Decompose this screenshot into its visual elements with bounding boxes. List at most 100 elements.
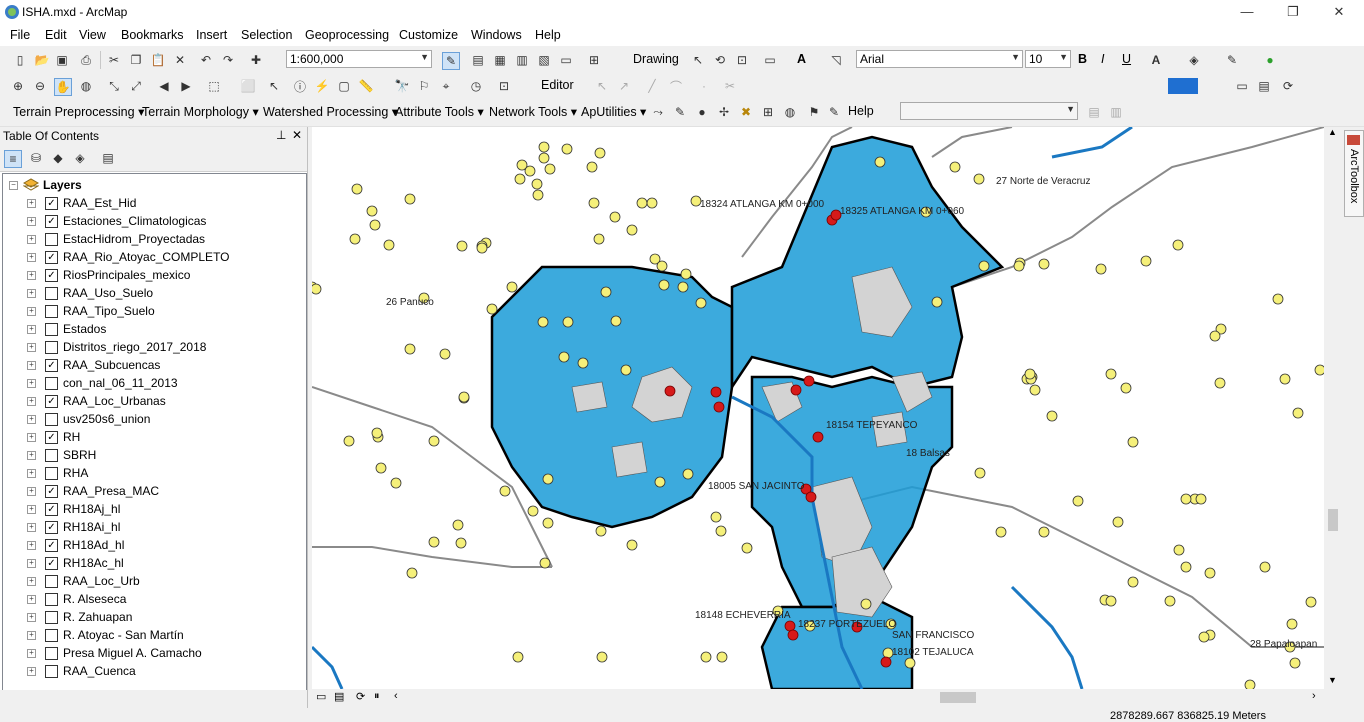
underline-button[interactable]: U	[1122, 52, 1131, 66]
layer-visibility-checkbox[interactable]	[45, 323, 58, 336]
add-data-icon[interactable]: ✚	[248, 52, 264, 68]
editor-toolbar-icon[interactable]: ✎	[442, 52, 460, 70]
minimize-button[interactable]: —	[1224, 0, 1270, 24]
menu-view[interactable]: View	[79, 28, 106, 42]
hydro-network-icon[interactable]: ⊞	[760, 104, 776, 120]
layer-visibility-checkbox[interactable]	[45, 305, 58, 318]
flow-path-icon[interactable]: ⤳	[650, 104, 666, 120]
layer-row[interactable]: + usv250s6_union	[3, 410, 303, 428]
pencil-icon[interactable]: ✎	[826, 104, 842, 120]
select-elements-icon[interactable]: ↖	[690, 52, 706, 68]
layer-row[interactable]: + R. Zahuapan	[3, 608, 303, 626]
layer-name[interactable]: RAA_Presa_MAC	[63, 484, 159, 498]
options-icon[interactable]: ▤	[100, 150, 116, 166]
refresh-view-icon[interactable]: ⟳	[356, 690, 365, 703]
layer-name[interactable]: R. Alseseca	[63, 592, 126, 606]
close-button[interactable]: ✕	[1316, 0, 1362, 24]
menu-file[interactable]: File	[10, 28, 30, 42]
menu-help[interactable]: Help	[535, 28, 561, 42]
layer-name[interactable]: RAA_Subcuencas	[63, 358, 160, 372]
layout-view-icon[interactable]: ▭	[1234, 78, 1250, 94]
help-menu[interactable]: Help	[848, 104, 874, 118]
menu-terrain-preprocessing[interactable]: Terrain Preprocessing ▾	[13, 104, 144, 119]
layer-visibility-checkbox[interactable]	[45, 665, 58, 678]
expand-icon[interactable]: +	[27, 235, 36, 244]
save-icon[interactable]: ▣	[54, 52, 70, 68]
map-horizontal-scrollbar[interactable]: ▭ ▤ ⟳ ⏸ ‹ ›	[312, 689, 1341, 706]
measure-icon[interactable]: 📏	[358, 78, 374, 94]
scroll-up-icon[interactable]: ▲	[1328, 127, 1337, 137]
clear-selection-icon[interactable]: ⬜	[240, 78, 256, 94]
pause-drawing-icon[interactable]: ⏸	[374, 690, 380, 703]
layer-row[interactable]: + RAA_Uso_Suelo	[3, 284, 303, 302]
print-icon[interactable]: ⎙	[78, 52, 94, 68]
table-icon[interactable]: ▤	[470, 52, 486, 68]
find-icon[interactable]: 🔭	[394, 78, 410, 94]
list-by-selection-icon[interactable]: ◈	[72, 150, 88, 166]
expand-icon[interactable]: +	[27, 613, 36, 622]
layer-visibility-checkbox[interactable]: ✓	[45, 251, 58, 264]
editor-menu[interactable]: Editor	[541, 78, 574, 92]
menu-network-tools[interactable]: Network Tools ▾	[489, 104, 577, 119]
batch-point-icon[interactable]: ●	[694, 104, 710, 120]
open-folder-icon[interactable]: 📂	[34, 52, 50, 68]
expand-icon[interactable]: +	[27, 649, 36, 658]
layer-visibility-checkbox[interactable]	[45, 413, 58, 426]
layer-name[interactable]: RHA	[63, 466, 88, 480]
drawing-menu[interactable]: Drawing	[633, 52, 679, 66]
layout-view-tab-icon[interactable]: ▭	[316, 690, 326, 703]
layer-visibility-checkbox[interactable]: ✓	[45, 503, 58, 516]
fixed-zoom-in-icon[interactable]: ⤡	[106, 78, 122, 94]
menu-edit[interactable]: Edit	[45, 28, 67, 42]
expand-icon[interactable]: +	[27, 487, 36, 496]
flow-trace-icon[interactable]: ✖	[738, 104, 754, 120]
layer-row[interactable]: + R. Alseseca	[3, 590, 303, 608]
text-tool[interactable]: A	[797, 52, 806, 66]
forward-icon[interactable]: ▶	[178, 78, 194, 94]
copy-icon[interactable]: ❐	[128, 52, 144, 68]
layer-visibility-checkbox[interactable]	[45, 647, 58, 660]
select-elements-icon-2[interactable]: ↖	[266, 78, 282, 94]
scroll-right-icon[interactable]: ›	[1312, 690, 1316, 702]
layer-name[interactable]: RiosPrincipales_mexico	[63, 268, 190, 282]
layer-name[interactable]: Presa Miguel A. Camacho	[63, 646, 202, 660]
layer-visibility-checkbox[interactable]: ✓	[45, 557, 58, 570]
arctoolbox-icon[interactable]: ▧	[536, 52, 552, 68]
layer-visibility-checkbox[interactable]: ✓	[45, 521, 58, 534]
zoom-whole-page-icon[interactable]: ⊡	[734, 52, 750, 68]
italic-button[interactable]: I	[1101, 52, 1104, 66]
expand-icon[interactable]: +	[27, 577, 36, 586]
layer-visibility-checkbox[interactable]: ✓	[45, 485, 58, 498]
expand-icon[interactable]: +	[27, 433, 36, 442]
layer-visibility-checkbox[interactable]	[45, 467, 58, 480]
layer-visibility-checkbox[interactable]	[45, 449, 58, 462]
layer-name[interactable]: RAA_Loc_Urbanas	[63, 394, 166, 408]
data-view-icon[interactable]: ▤	[1256, 78, 1272, 94]
font-size-select[interactable]: 10 ▼	[1025, 50, 1071, 68]
layer-name[interactable]: RAA_Rio_Atoyac_COMPLETO	[63, 250, 230, 264]
layer-row[interactable]: + con_nal_06_11_2013	[3, 374, 303, 392]
layers-root[interactable]: − Layers	[3, 176, 303, 194]
layer-visibility-checkbox[interactable]: ✓	[45, 269, 58, 282]
layer-row[interactable]: + ✓ RH18Ai_hl	[3, 518, 303, 536]
menu-bookmarks[interactable]: Bookmarks	[121, 28, 184, 42]
time-slider-icon[interactable]: ◷	[468, 78, 484, 94]
flag-icon[interactable]: ⚑	[806, 104, 822, 120]
layer-name[interactable]: RH18Aj_hl	[63, 502, 120, 516]
menu-customize[interactable]: Customize	[399, 28, 458, 42]
vertical-scroll-thumb[interactable]	[1328, 509, 1338, 531]
layer-row[interactable]: + R. Atoyac - San Martín	[3, 626, 303, 644]
layer-name[interactable]: R. Zahuapan	[63, 610, 132, 624]
expand-icon[interactable]: +	[27, 631, 36, 640]
globe-icon[interactable]: ◍	[782, 104, 798, 120]
layer-visibility-checkbox[interactable]: ✓	[45, 395, 58, 408]
layer-row[interactable]: + Presa Miguel A. Camacho	[3, 644, 303, 662]
layer-name[interactable]: Estados	[63, 322, 106, 336]
refresh-icon[interactable]: ⟳	[1280, 78, 1296, 94]
expand-icon[interactable]: +	[27, 343, 36, 352]
zoom-out-icon[interactable]: ⊖	[32, 78, 48, 94]
expand-icon[interactable]: +	[27, 541, 36, 550]
menu-insert[interactable]: Insert	[196, 28, 227, 42]
layer-visibility-checkbox[interactable]: ✓	[45, 431, 58, 444]
horizontal-scroll-thumb[interactable]	[940, 692, 976, 703]
